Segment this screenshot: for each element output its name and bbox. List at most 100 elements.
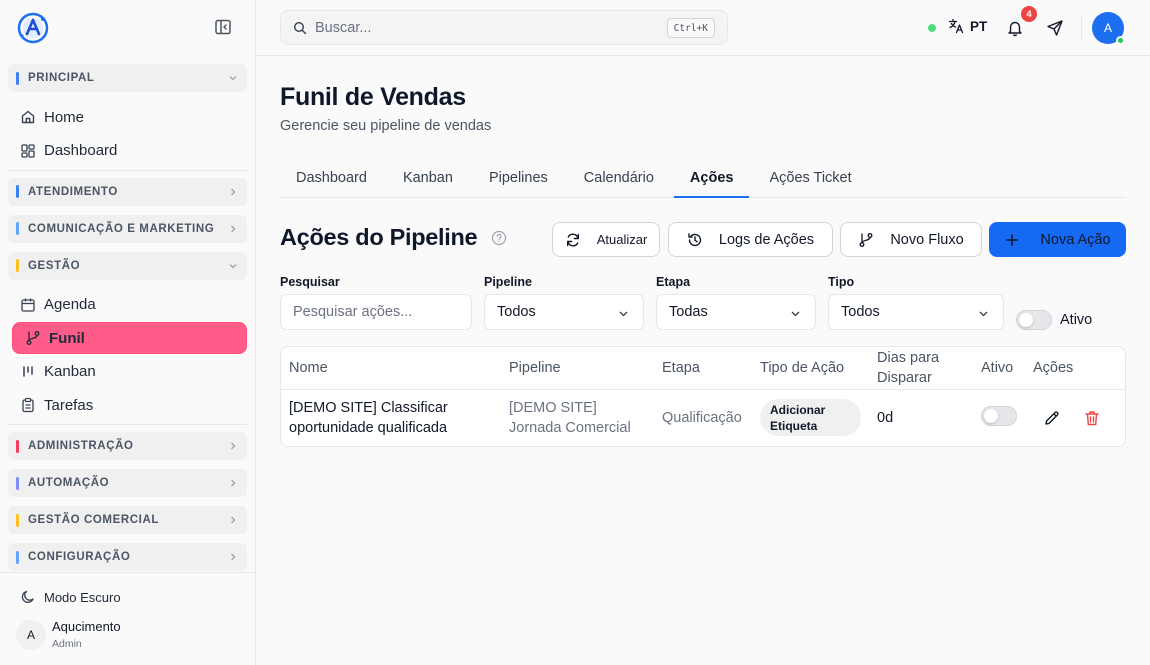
sidebar-item-label: Kanban xyxy=(44,363,96,381)
divider xyxy=(1081,16,1082,40)
language-code: PT xyxy=(970,18,988,34)
tab-dashboard[interactable]: Dashboard xyxy=(280,160,383,198)
git-branch-icon xyxy=(858,232,874,248)
action-type-line2: Etiqueta xyxy=(770,419,818,433)
sidebar-collapse-icon[interactable] xyxy=(214,18,232,36)
table-row-name-cell: [DEMO SITE] Classificar oportunidade qua… xyxy=(289,398,448,438)
row-name-line2: oportunidade qualificada xyxy=(289,420,448,436)
stage-select[interactable]: Todas xyxy=(656,294,816,330)
avatar: A xyxy=(16,619,46,650)
section-color-bar xyxy=(16,513,19,527)
history-icon xyxy=(687,232,703,248)
send-icon[interactable] xyxy=(1046,19,1064,37)
column-header-days: Dias para Disparar xyxy=(877,348,939,388)
search-input[interactable] xyxy=(315,19,645,36)
sidebar-item-label: Funil xyxy=(49,329,85,347)
column-header-actions: Ações xyxy=(1033,360,1074,376)
action-logs-button[interactable]: Logs de Ações xyxy=(668,222,833,257)
section-configuracao[interactable]: CONFIGURAÇÃO xyxy=(8,543,247,572)
column-header-stage: Etapa xyxy=(662,360,700,376)
refresh-button[interactable]: Atualizar xyxy=(552,222,660,257)
sidebar-nav: PRINCIPAL Home Dashboard ATENDIMENTO COM… xyxy=(8,64,247,580)
new-action-button[interactable]: Nova Ação xyxy=(989,222,1126,257)
section-color-bar xyxy=(16,185,19,199)
chevron-down-icon xyxy=(228,73,238,83)
sidebar-item-home[interactable]: Home xyxy=(8,101,247,133)
delete-trash-icon[interactable] xyxy=(1083,409,1101,427)
sidebar-item-kanban[interactable]: Kanban xyxy=(8,356,247,388)
online-status-indicator xyxy=(928,24,936,32)
refresh-label: Atualizar xyxy=(596,232,648,247)
chevron-down-icon xyxy=(618,308,629,319)
chevron-right-icon xyxy=(228,224,238,234)
chevron-right-icon xyxy=(228,441,238,451)
tab-pipelines[interactable]: Pipelines xyxy=(473,160,564,198)
page-title: Funil de Vendas xyxy=(280,83,466,111)
edit-pencil-icon[interactable] xyxy=(1043,409,1061,427)
section-gestao[interactable]: GESTÃO xyxy=(8,251,247,280)
stage-select-value: Todas xyxy=(669,304,708,320)
type-select[interactable]: Todos xyxy=(828,294,1004,330)
help-circle-icon[interactable] xyxy=(491,230,507,246)
section-comunicacao-marketing[interactable]: COMUNICAÇÃO E MARKETING xyxy=(8,214,247,243)
chevron-right-icon xyxy=(228,515,238,525)
section-principal[interactable]: PRINCIPAL xyxy=(8,64,247,92)
sidebar-item-tarefas[interactable]: Tarefas xyxy=(8,389,247,421)
chevron-right-icon xyxy=(228,552,238,562)
tab-kanban[interactable]: Kanban xyxy=(387,160,469,198)
divider xyxy=(8,424,247,426)
section-color-bar xyxy=(16,550,19,564)
language-selector[interactable]: PT xyxy=(948,18,987,34)
user-role: Admin xyxy=(52,638,82,650)
chevron-right-icon xyxy=(228,187,238,197)
action-type-badge: Adicionar Etiqueta xyxy=(760,399,861,436)
action-type-line1: Adicionar xyxy=(770,403,826,417)
dark-mode-toggle[interactable]: Modo Escuro xyxy=(20,589,121,605)
refresh-icon xyxy=(565,232,581,248)
sidebar-item-label: Dashboard xyxy=(44,142,118,160)
shortcut-hint: Ctrl+K xyxy=(666,18,715,38)
sidebar-item-label: Home xyxy=(44,108,85,126)
page-subtitle: Gerencie seu pipeline de vendas xyxy=(280,118,492,134)
global-search[interactable]: Ctrl+K xyxy=(280,10,728,45)
translate-icon xyxy=(948,18,964,34)
sidebar-item-funil[interactable]: Funil xyxy=(12,322,247,355)
dashboard-icon xyxy=(20,143,36,159)
column-header-active: Ativo xyxy=(981,360,1014,376)
section-title: Ações do Pipeline xyxy=(280,224,478,250)
column-header-pipeline: Pipeline xyxy=(509,360,561,376)
notifications-bell-icon[interactable] xyxy=(1006,19,1024,37)
pipeline-select-value: Todos xyxy=(497,304,536,320)
section-atendimento[interactable]: ATENDIMENTO xyxy=(8,177,247,206)
notification-count-badge: 4 xyxy=(1021,6,1037,22)
section-color-bar xyxy=(16,439,19,453)
actions-search-input[interactable]: Pesquisar ações... xyxy=(280,294,472,330)
user-profile[interactable]: A Aqucimento Admin xyxy=(16,619,121,650)
row-name-line1: [DEMO SITE] Classificar xyxy=(289,400,448,416)
section-label: ADMINISTRAÇÃO xyxy=(28,440,134,453)
column-header-action-type: Tipo de Ação xyxy=(760,360,845,376)
section-automacao[interactable]: AUTOMAÇÃO xyxy=(8,469,247,498)
sidebar-item-label: Agenda xyxy=(44,296,96,314)
tab-acoes[interactable]: Ações xyxy=(673,160,750,198)
chevron-down-icon xyxy=(228,261,238,271)
section-label: GESTÃO COMERCIAL xyxy=(28,514,159,527)
new-flow-button[interactable]: Novo Fluxo xyxy=(840,222,982,257)
tab-acoes-ticket[interactable]: Ações Ticket xyxy=(753,160,867,198)
active-filter-toggle[interactable] xyxy=(1016,310,1052,330)
tab-calendario[interactable]: Calendário xyxy=(568,160,670,198)
section-gestao-comercial[interactable]: GESTÃO COMERCIAL xyxy=(8,506,247,535)
column-header-name: Nome xyxy=(289,360,328,376)
search-icon xyxy=(293,21,307,35)
section-administracao[interactable]: ADMINISTRAÇÃO xyxy=(8,432,247,461)
app-logo[interactable] xyxy=(16,11,50,45)
sidebar-item-dashboard[interactable]: Dashboard xyxy=(8,135,247,167)
user-info: Aqucimento Admin xyxy=(52,619,121,650)
row-active-toggle[interactable] xyxy=(981,406,1017,426)
sidebar-item-agenda[interactable]: Agenda xyxy=(8,289,247,321)
pipeline-select[interactable]: Todos xyxy=(484,294,644,330)
row-pipeline-line1: [DEMO SITE] xyxy=(509,400,597,416)
section-color-bar xyxy=(16,222,19,236)
section-label: GESTÃO xyxy=(28,259,81,272)
chevron-right-icon xyxy=(228,478,238,488)
